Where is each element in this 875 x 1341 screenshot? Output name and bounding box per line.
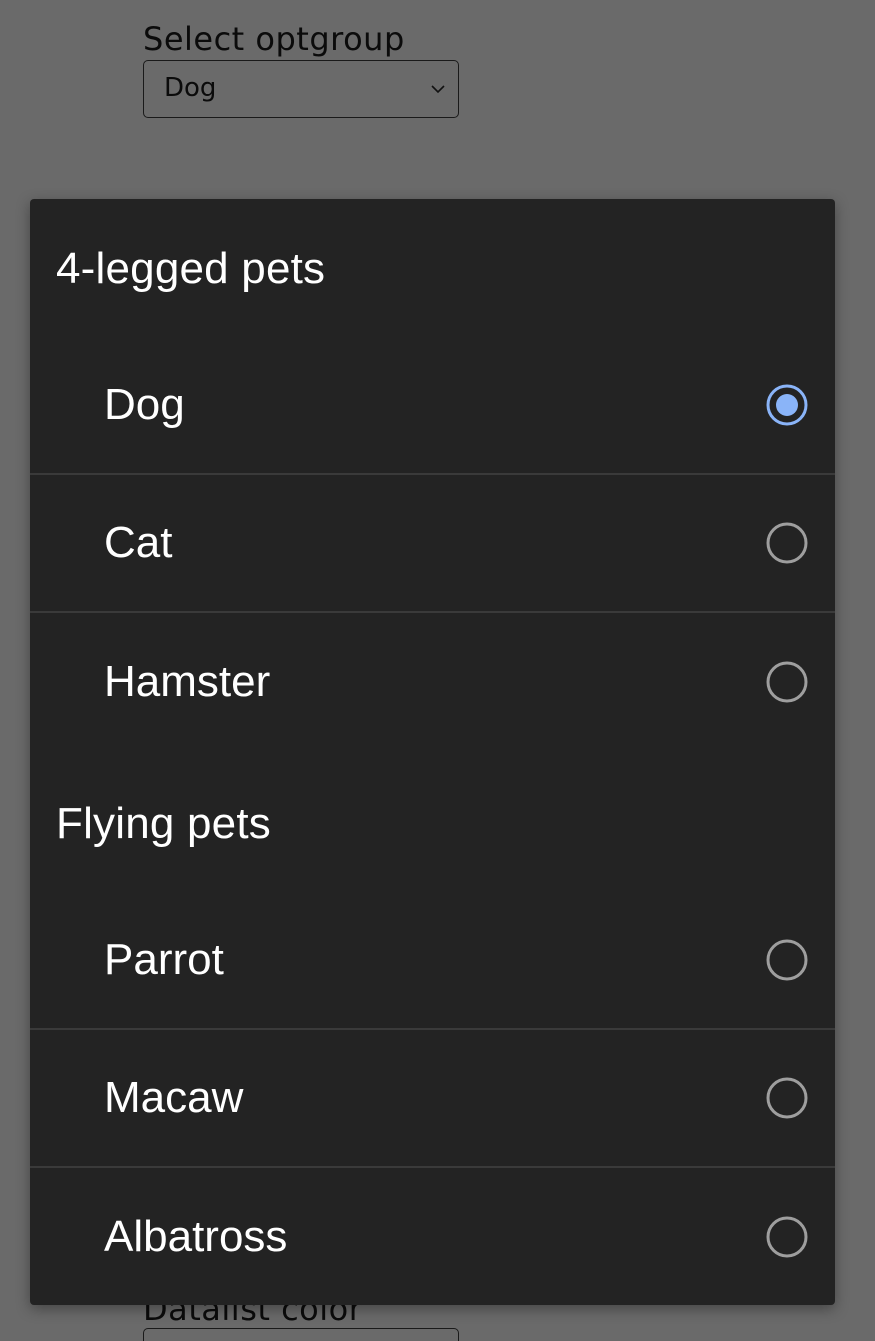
optgroup-dropdown-popup: 4-legged pets Dog Cat Hamster Flying pet…: [30, 199, 835, 1305]
option-albatross[interactable]: Albatross: [30, 1168, 835, 1305]
option-hamster[interactable]: Hamster: [30, 613, 835, 751]
optgroup-select[interactable]: Dog: [143, 60, 459, 118]
group-label-4-legged-pets: 4-legged pets: [56, 244, 326, 293]
optgroup-select-value: Dog: [164, 73, 217, 103]
radio-unselected-icon: [766, 1077, 808, 1119]
option-label: Hamster: [104, 657, 271, 706]
page: Select optgroup Dog Datalist color 4-leg…: [0, 0, 875, 1341]
group-label-flying-pets: Flying pets: [56, 799, 271, 848]
option-label: Macaw: [104, 1073, 244, 1122]
option-label: Parrot: [104, 935, 224, 984]
radio-unselected-icon: [766, 939, 808, 981]
option-macaw[interactable]: Macaw: [30, 1030, 835, 1168]
radio-unselected-icon: [766, 1216, 808, 1258]
option-dog[interactable]: Dog: [30, 337, 835, 475]
radio-unselected-icon: [766, 661, 808, 703]
option-label: Cat: [104, 518, 173, 567]
select-optgroup-label: Select optgroup: [143, 20, 405, 58]
option-label: Dog: [104, 380, 185, 429]
option-parrot[interactable]: Parrot: [30, 892, 835, 1030]
radio-selected-icon: [766, 384, 808, 426]
datalist-color-input[interactable]: [143, 1328, 459, 1341]
radio-unselected-icon: [766, 522, 808, 564]
option-label: Albatross: [104, 1212, 288, 1261]
option-cat[interactable]: Cat: [30, 475, 835, 613]
chevron-down-icon: [431, 85, 445, 94]
